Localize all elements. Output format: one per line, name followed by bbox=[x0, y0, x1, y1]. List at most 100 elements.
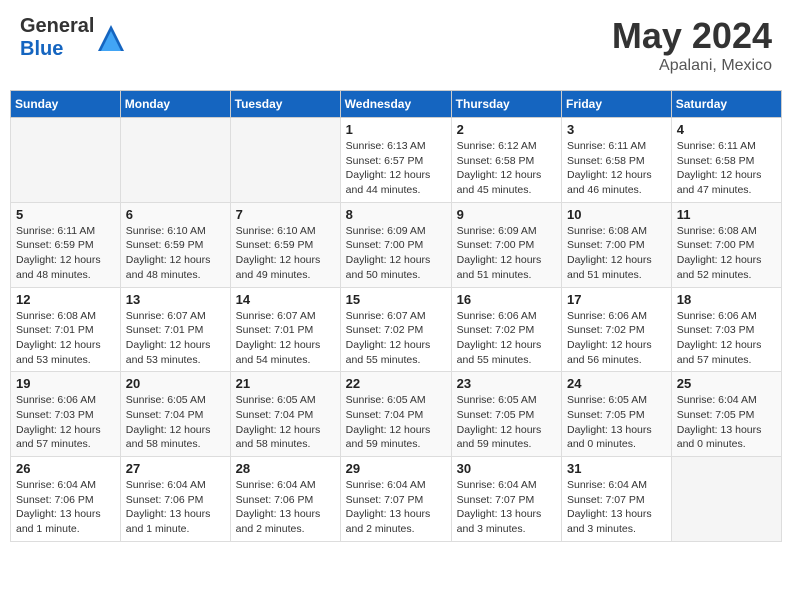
calendar-day-cell: 6 Sunrise: 6:10 AMSunset: 6:59 PMDaylight… bbox=[120, 202, 230, 287]
calendar-day-cell: 13Sunrise: 6:07 AMSunset: 7:01 PMDayligh… bbox=[120, 287, 230, 372]
title-block: May 2024 Apalani, Mexico bbox=[612, 15, 772, 75]
day-info: Sunrise: 6:06 AMSunset: 7:02 PMDaylight:… bbox=[457, 309, 556, 368]
calendar-day-cell: 24 Sunrise: 6:05 AMSunset: 7:05 PMDayligh… bbox=[562, 372, 672, 457]
day-info: Sunrise: 6:04 AMSunset: 7:05 PMDaylight:… bbox=[677, 393, 776, 452]
day-number: 29 bbox=[346, 461, 446, 476]
day-number: 12 bbox=[16, 292, 115, 307]
day-info: Sunrise: 6:07 AMSunset: 7:01 PMDaylight:… bbox=[126, 309, 225, 368]
day-info: Sunrise: 6:12 AMSunset: 6:58 PMDaylight:… bbox=[457, 139, 556, 198]
day-info: Sunrise: 6:04 AMSunset: 7:07 PMDaylight:… bbox=[567, 478, 666, 537]
day-number: 26 bbox=[16, 461, 115, 476]
calendar-day-cell: 25Sunrise: 6:04 AMSunset: 7:05 PMDayligh… bbox=[671, 372, 781, 457]
calendar-week-row: 19 Sunrise: 6:06 AMSunset: 7:03 PMDayligh… bbox=[11, 372, 782, 457]
day-number: 6 bbox=[126, 207, 225, 222]
day-info: Sunrise: 6:06 AMSunset: 7:03 PMDaylight:… bbox=[677, 309, 776, 368]
calendar-header-row: SundayMondayTuesdayWednesdayThursdayFrid… bbox=[11, 91, 782, 118]
day-number: 17 bbox=[567, 292, 666, 307]
day-number: 11 bbox=[677, 207, 776, 222]
calendar-day-cell: 11 Sunrise: 6:08 AMSunset: 7:00 PMDayligh… bbox=[671, 202, 781, 287]
day-of-week-header: Tuesday bbox=[230, 91, 340, 118]
calendar-day-cell: 26 Sunrise: 6:04 AMSunset: 7:06 PMDayligh… bbox=[11, 457, 121, 542]
day-number: 31 bbox=[567, 461, 666, 476]
calendar-location: Apalani, Mexico bbox=[612, 57, 772, 75]
calendar-day-cell: 16 Sunrise: 6:06 AMSunset: 7:02 PMDayligh… bbox=[451, 287, 561, 372]
day-info: Sunrise: 6:11 AMSunset: 6:59 PMDaylight:… bbox=[16, 224, 115, 283]
page-header: General Blue May 2024 Apalani, Mexico bbox=[10, 10, 782, 80]
calendar-day-cell: 9Sunrise: 6:09 AMSunset: 7:00 PMDaylight… bbox=[451, 202, 561, 287]
calendar-week-row: 1Sunrise: 6:13 AMSunset: 6:57 PMDaylight… bbox=[11, 118, 782, 203]
calendar-day-cell: 31 Sunrise: 6:04 AMSunset: 7:07 PMDayligh… bbox=[562, 457, 672, 542]
calendar-day-cell: 1Sunrise: 6:13 AMSunset: 6:57 PMDaylight… bbox=[340, 118, 451, 203]
logo-blue: Blue bbox=[20, 38, 63, 60]
calendar-day-cell: 7Sunrise: 6:10 AMSunset: 6:59 PMDaylight… bbox=[230, 202, 340, 287]
day-info: Sunrise: 6:10 AMSunset: 6:59 PMDaylight:… bbox=[126, 224, 225, 283]
calendar-day-cell: 30Sunrise: 6:04 AMSunset: 7:07 PMDayligh… bbox=[451, 457, 561, 542]
calendar-day-cell: 23 Sunrise: 6:05 AMSunset: 7:05 PMDayligh… bbox=[451, 372, 561, 457]
calendar-day-cell bbox=[11, 118, 121, 203]
calendar-day-cell: 15 Sunrise: 6:07 AMSunset: 7:02 PMDayligh… bbox=[340, 287, 451, 372]
day-number: 15 bbox=[346, 292, 446, 307]
day-number: 2 bbox=[457, 122, 556, 137]
calendar-day-cell: 10 Sunrise: 6:08 AMSunset: 7:00 PMDayligh… bbox=[562, 202, 672, 287]
day-info: Sunrise: 6:04 AMSunset: 7:06 PMDaylight:… bbox=[16, 478, 115, 537]
calendar-day-cell: 22 Sunrise: 6:05 AMSunset: 7:04 PMDayligh… bbox=[340, 372, 451, 457]
day-number: 27 bbox=[126, 461, 225, 476]
calendar-table: SundayMondayTuesdayWednesdayThursdayFrid… bbox=[10, 90, 782, 542]
calendar-week-row: 26 Sunrise: 6:04 AMSunset: 7:06 PMDayligh… bbox=[11, 457, 782, 542]
day-number: 24 bbox=[567, 376, 666, 391]
day-of-week-header: Friday bbox=[562, 91, 672, 118]
day-of-week-header: Saturday bbox=[671, 91, 781, 118]
calendar-day-cell: 27Sunrise: 6:04 AMSunset: 7:06 PMDayligh… bbox=[120, 457, 230, 542]
day-info: Sunrise: 6:04 AMSunset: 7:07 PMDaylight:… bbox=[457, 478, 556, 537]
calendar-day-cell: 28 Sunrise: 6:04 AMSunset: 7:06 PMDayligh… bbox=[230, 457, 340, 542]
day-info: Sunrise: 6:11 AMSunset: 6:58 PMDaylight:… bbox=[677, 139, 776, 198]
logo-icon bbox=[96, 23, 126, 53]
day-info: Sunrise: 6:08 AMSunset: 7:00 PMDaylight:… bbox=[677, 224, 776, 283]
day-info: Sunrise: 6:13 AMSunset: 6:57 PMDaylight:… bbox=[346, 139, 446, 198]
day-info: Sunrise: 6:06 AMSunset: 7:03 PMDaylight:… bbox=[16, 393, 115, 452]
day-number: 28 bbox=[236, 461, 335, 476]
day-info: Sunrise: 6:05 AMSunset: 7:04 PMDaylight:… bbox=[346, 393, 446, 452]
day-info: Sunrise: 6:05 AMSunset: 7:05 PMDaylight:… bbox=[457, 393, 556, 452]
day-number: 10 bbox=[567, 207, 666, 222]
day-info: Sunrise: 6:08 AMSunset: 7:01 PMDaylight:… bbox=[16, 309, 115, 368]
day-of-week-header: Thursday bbox=[451, 91, 561, 118]
day-of-week-header: Sunday bbox=[11, 91, 121, 118]
day-info: Sunrise: 6:07 AMSunset: 7:02 PMDaylight:… bbox=[346, 309, 446, 368]
day-number: 4 bbox=[677, 122, 776, 137]
day-number: 21 bbox=[236, 376, 335, 391]
calendar-title: May 2024 bbox=[612, 15, 772, 57]
day-number: 19 bbox=[16, 376, 115, 391]
day-number: 16 bbox=[457, 292, 556, 307]
day-number: 9 bbox=[457, 207, 556, 222]
calendar-day-cell: 14Sunrise: 6:07 AMSunset: 7:01 PMDayligh… bbox=[230, 287, 340, 372]
day-number: 20 bbox=[126, 376, 225, 391]
logo-text: General Blue bbox=[20, 15, 94, 61]
day-info: Sunrise: 6:09 AMSunset: 7:00 PMDaylight:… bbox=[346, 224, 446, 283]
day-number: 22 bbox=[346, 376, 446, 391]
day-info: Sunrise: 6:07 AMSunset: 7:01 PMDaylight:… bbox=[236, 309, 335, 368]
calendar-day-cell: 8Sunrise: 6:09 AMSunset: 7:00 PMDaylight… bbox=[340, 202, 451, 287]
day-info: Sunrise: 6:04 AMSunset: 7:06 PMDaylight:… bbox=[236, 478, 335, 537]
logo-general: General bbox=[20, 15, 94, 37]
calendar-day-cell: 29Sunrise: 6:04 AMSunset: 7:07 PMDayligh… bbox=[340, 457, 451, 542]
calendar-day-cell: 12 Sunrise: 6:08 AMSunset: 7:01 PMDayligh… bbox=[11, 287, 121, 372]
day-info: Sunrise: 6:10 AMSunset: 6:59 PMDaylight:… bbox=[236, 224, 335, 283]
day-info: Sunrise: 6:11 AMSunset: 6:58 PMDaylight:… bbox=[567, 139, 666, 198]
day-info: Sunrise: 6:06 AMSunset: 7:02 PMDaylight:… bbox=[567, 309, 666, 368]
calendar-day-cell: 18Sunrise: 6:06 AMSunset: 7:03 PMDayligh… bbox=[671, 287, 781, 372]
day-info: Sunrise: 6:05 AMSunset: 7:05 PMDaylight:… bbox=[567, 393, 666, 452]
calendar-day-cell bbox=[671, 457, 781, 542]
day-info: Sunrise: 6:05 AMSunset: 7:04 PMDaylight:… bbox=[236, 393, 335, 452]
calendar-day-cell: 2 Sunrise: 6:12 AMSunset: 6:58 PMDaylight… bbox=[451, 118, 561, 203]
logo: General Blue bbox=[20, 15, 126, 61]
day-number: 23 bbox=[457, 376, 556, 391]
calendar-week-row: 5 Sunrise: 6:11 AMSunset: 6:59 PMDaylight… bbox=[11, 202, 782, 287]
calendar-day-cell: 21 Sunrise: 6:05 AMSunset: 7:04 PMDayligh… bbox=[230, 372, 340, 457]
day-info: Sunrise: 6:08 AMSunset: 7:00 PMDaylight:… bbox=[567, 224, 666, 283]
day-number: 3 bbox=[567, 122, 666, 137]
calendar-day-cell: 19 Sunrise: 6:06 AMSunset: 7:03 PMDayligh… bbox=[11, 372, 121, 457]
day-number: 5 bbox=[16, 207, 115, 222]
day-of-week-header: Monday bbox=[120, 91, 230, 118]
calendar-week-row: 12 Sunrise: 6:08 AMSunset: 7:01 PMDayligh… bbox=[11, 287, 782, 372]
